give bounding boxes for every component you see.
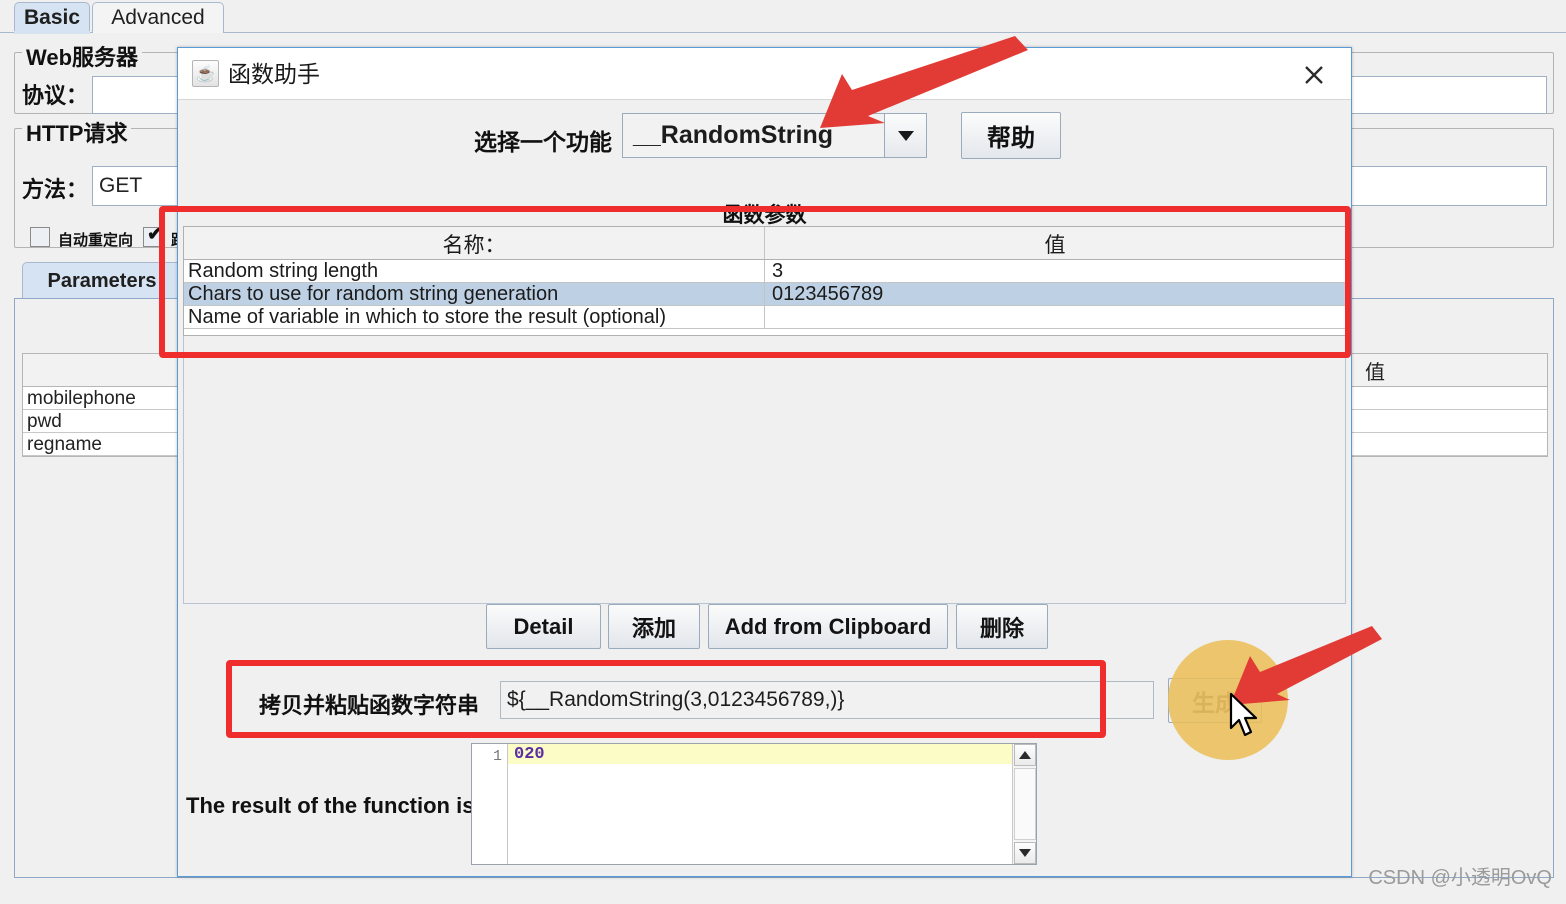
java-coffee-cup-icon: ☕ (192, 60, 219, 87)
auto-redirect-checkbox[interactable] (30, 227, 50, 247)
select-function-label: 选择一个功能 (474, 129, 612, 155)
method-label: 方法： (22, 177, 89, 202)
result-value: 020 (508, 744, 1012, 764)
param-value[interactable]: 3 (768, 260, 783, 283)
row-divider (764, 306, 765, 328)
scroll-up-icon[interactable] (1014, 744, 1036, 766)
screen-root: Basic Advanced Web服务器 协议： HTTP请求 方法： GET… (0, 0, 1566, 904)
auto-redirect-label: 自动重定向 (58, 232, 134, 249)
triangle-down-glyph (897, 130, 914, 141)
tab-advanced[interactable]: Advanced (92, 2, 224, 33)
table-row[interactable]: Chars to use for random string generatio… (184, 283, 1345, 306)
detail-button[interactable]: Detail (486, 604, 601, 649)
param-value[interactable]: 0123456789 (768, 283, 883, 306)
result-label: The result of the function is (186, 793, 475, 818)
params-header-divider (764, 227, 765, 259)
tab-basic[interactable]: Basic (14, 2, 90, 33)
dialog-center-pane (183, 336, 1346, 604)
param-value[interactable] (768, 306, 772, 329)
result-vertical-scrollbar[interactable] (1012, 744, 1036, 864)
dialog-title-bar: ☕ 函数助手 (178, 48, 1351, 100)
http-request-group-title: HTTP请求 (22, 116, 132, 148)
tab-selected-underline (14, 31, 90, 34)
dialog-title: 函数助手 (228, 61, 320, 87)
follow-redirect-checkbox[interactable]: ✔ (143, 224, 163, 247)
params-table-header: 名称： 值 (184, 227, 1345, 260)
param-name: Chars to use for random string generatio… (188, 283, 559, 305)
result-text-area[interactable]: 1 020 (471, 743, 1037, 865)
function-select-dropdown[interactable]: __RandomString (622, 113, 927, 158)
add-button[interactable]: 添加 (608, 604, 700, 649)
delete-button-label: 删除 (979, 615, 1024, 641)
help-button-label: 帮助 (987, 125, 1035, 152)
params-header-name: 名称： (442, 233, 506, 257)
chevron-down-icon[interactable] (884, 114, 926, 157)
add-button-label: 添加 (631, 615, 676, 641)
tab-parameters-label: Parameters (47, 269, 157, 292)
row-divider (764, 283, 765, 305)
scroll-down-icon[interactable] (1014, 842, 1036, 864)
param-name: Name of variable in which to store the r… (188, 306, 667, 328)
function-params-table: 名称： 值 Random string length 3 Chars to us… (183, 226, 1346, 336)
copy-paste-label: 拷贝并粘贴函数字符串 (259, 693, 480, 718)
row-divider (764, 260, 765, 282)
tab-advanced-label: Advanced (111, 6, 205, 29)
params-header-value: 值 (1044, 233, 1066, 257)
tab-parameters[interactable]: Parameters (22, 262, 182, 299)
protocol-label: 协议： (22, 83, 89, 108)
selected-function-value: __RandomString (633, 121, 834, 149)
detail-button-label: Detail (513, 613, 574, 639)
function-params-title: 函数参数 (722, 204, 807, 227)
close-icon[interactable] (1299, 60, 1329, 90)
triangle-down-glyph (1019, 849, 1031, 857)
watermark-text: CSDN @小透明OvQ (1368, 867, 1552, 889)
triangle-up-glyph (1019, 751, 1031, 759)
table-row[interactable]: Name of variable in which to store the r… (184, 306, 1345, 329)
function-helper-dialog: ☕ 函数助手 选择一个功能 __RandomString 帮助 函数参数 名称： (177, 47, 1352, 877)
dialog-button-row: Detail 添加 Add from Clipboard 删除 (178, 604, 1351, 660)
background-row-name: pwd (27, 410, 62, 432)
line-number-gutter: 1 (472, 744, 508, 864)
help-button[interactable]: 帮助 (961, 112, 1061, 159)
result-code-area[interactable]: 020 (508, 744, 1012, 864)
checkmark-icon: ✔ (147, 224, 163, 245)
add-from-clipboard-label: Add from Clipboard (724, 613, 932, 639)
function-string-input[interactable]: ${__RandomString(3,0123456789,)} (500, 681, 1154, 719)
main-tab-strip: Basic Advanced (0, 0, 1566, 34)
delete-button[interactable]: 删除 (956, 604, 1048, 649)
highlight-circle-generate-button (1168, 640, 1288, 760)
table-row[interactable]: Random string length 3 (184, 260, 1345, 283)
tab-basic-label: Basic (23, 6, 81, 29)
background-row-name: regname (27, 433, 102, 455)
web-server-group-title: Web服务器 (22, 40, 143, 72)
background-row-name: mobilephone (27, 387, 136, 409)
add-from-clipboard-button[interactable]: Add from Clipboard (708, 604, 948, 649)
scrollbar-thumb[interactable] (1014, 768, 1036, 840)
param-name: Random string length (188, 260, 379, 282)
